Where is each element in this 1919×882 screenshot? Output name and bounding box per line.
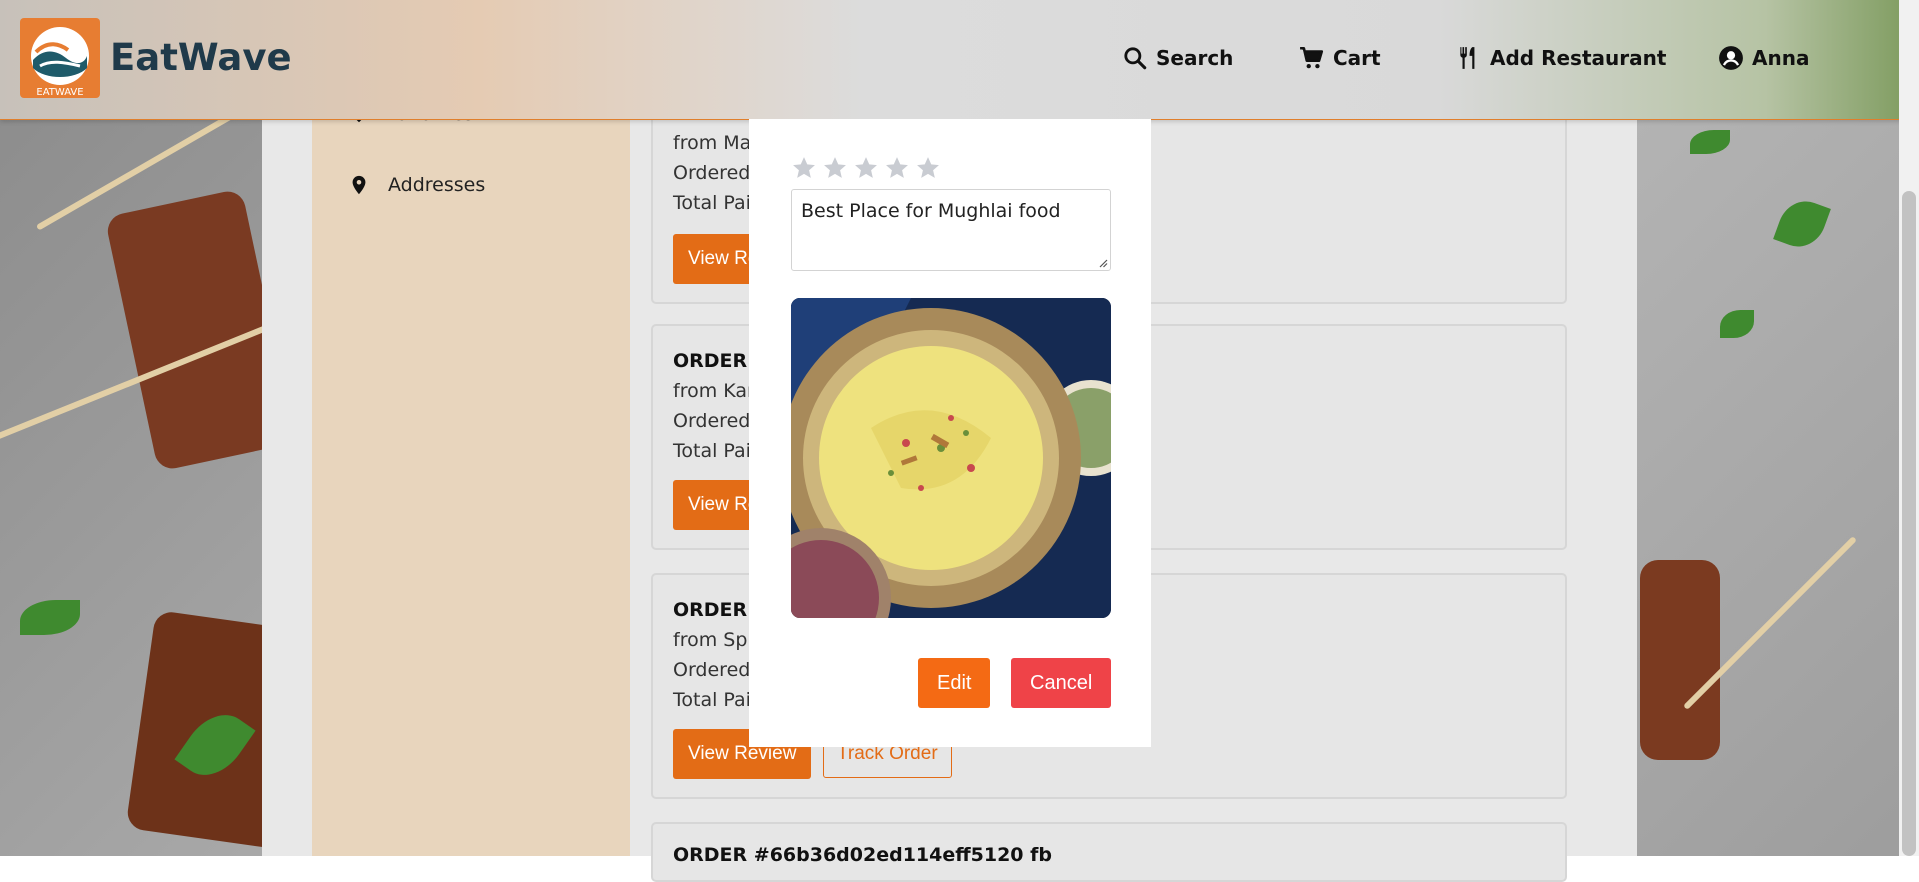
scrollbar-thumb[interactable] xyxy=(1902,191,1916,856)
star-icon[interactable] xyxy=(853,155,879,181)
sidebar-item-label: Addresses xyxy=(388,174,486,196)
order-date: Ordered xyxy=(673,659,751,681)
nav-cart-label: Cart xyxy=(1333,46,1381,70)
cart-icon xyxy=(1300,46,1324,69)
star-icon[interactable] xyxy=(884,155,910,181)
page-scrollbar[interactable] xyxy=(1899,0,1919,856)
nav-search-label: Search xyxy=(1156,46,1234,70)
nav-add-restaurant[interactable]: Add Restaurant xyxy=(1456,45,1666,71)
nav-search[interactable]: Search xyxy=(1122,45,1233,71)
star-icon[interactable] xyxy=(791,155,817,181)
eatwave-logo[interactable]: EATWAVE xyxy=(20,18,100,98)
brand-name[interactable]: EatWave xyxy=(110,36,292,79)
star-icon[interactable] xyxy=(915,155,941,181)
user-avatar-icon xyxy=(1719,46,1743,70)
utensils-icon xyxy=(1460,47,1475,69)
cancel-button[interactable]: Cancel xyxy=(1011,658,1112,708)
resize-handle-icon[interactable] xyxy=(1098,258,1108,268)
order-date: Ordered xyxy=(673,162,751,184)
nav-user[interactable]: Anna xyxy=(1718,45,1809,71)
sidebar-item-addresses[interactable]: Addresses xyxy=(348,174,485,196)
order-restaurant: from Kari xyxy=(673,380,761,402)
search-icon xyxy=(1124,47,1147,70)
nav-user-label: Anna xyxy=(1752,46,1810,70)
review-modal: Best Place for Mughlai food Edit Cancel xyxy=(749,119,1151,747)
order-card: ORDER #66b36d02ed114eff5120 fb xyxy=(651,822,1567,882)
location-pin-icon xyxy=(352,175,366,195)
nav-add-restaurant-label: Add Restaurant xyxy=(1490,46,1667,70)
star-icon[interactable] xyxy=(822,155,848,181)
nav-cart[interactable]: Cart xyxy=(1299,45,1381,71)
order-date: Ordered xyxy=(673,410,751,432)
svg-text:EATWAVE: EATWAVE xyxy=(36,87,83,98)
account-sidebar: Favorites Addresses xyxy=(312,0,630,856)
review-textarea[interactable]: Best Place for Mughlai food xyxy=(791,189,1111,271)
top-navbar: EATWAVE EatWave Search Cart Add Restaura… xyxy=(0,0,1919,120)
star-rating[interactable] xyxy=(791,155,941,181)
order-restaurant: from Mar xyxy=(673,132,760,154)
review-photo xyxy=(791,298,1111,618)
edit-button[interactable]: Edit xyxy=(918,658,991,708)
order-title: ORDER #66b36d02ed114eff5120 fb xyxy=(673,844,1053,866)
logo-icon: EATWAVE xyxy=(31,27,89,98)
